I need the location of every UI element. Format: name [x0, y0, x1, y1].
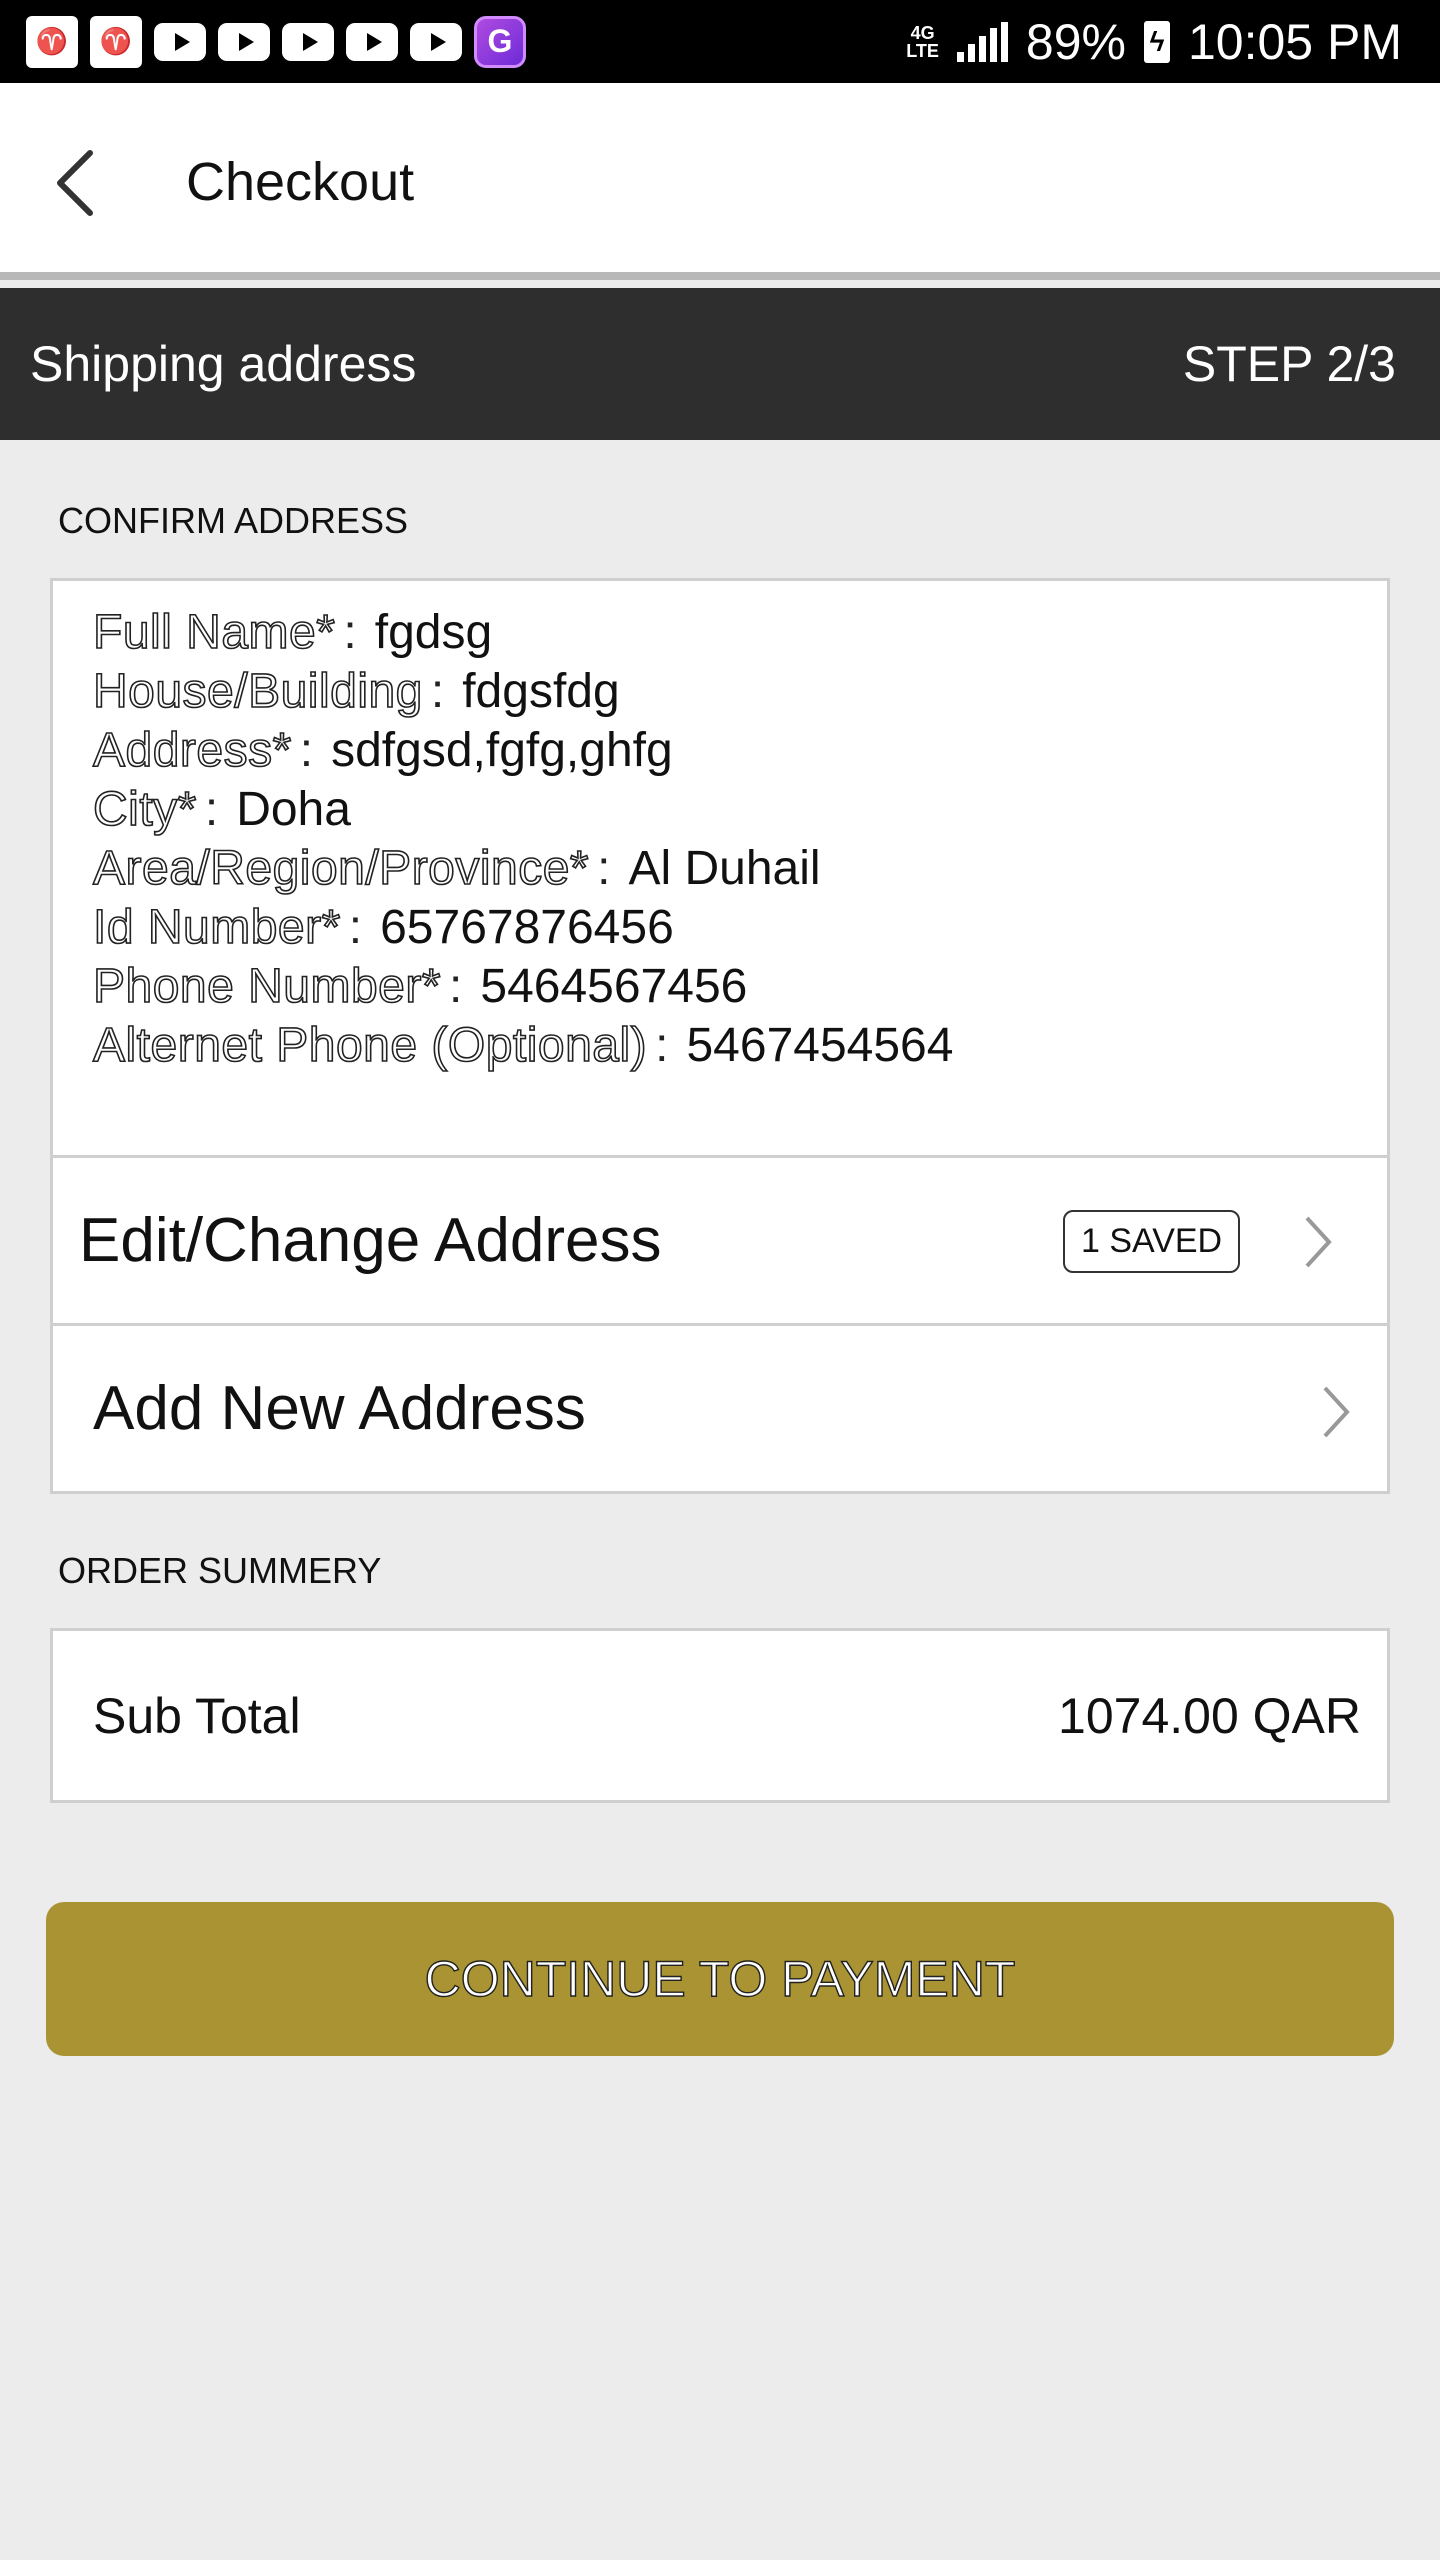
step-indicator: STEP 2/3 [1182, 336, 1396, 392]
order-summary-card: Sub Total 1074.00 QAR [50, 1628, 1390, 1803]
subtotal-label: Sub Total [93, 1687, 301, 1744]
address-field-city: City*: Doha [92, 782, 351, 837]
system-indicators: 4G LTE 89% ϟ 10:05 PM [906, 13, 1402, 71]
youtube-icon [410, 22, 462, 61]
continue-to-payment-button[interactable]: CONTINUE TO PAYMENT [46, 1902, 1394, 2056]
app-logo-icon: ♈ [90, 15, 142, 68]
confirm-address-heading: CONFIRM ADDRESS [58, 500, 409, 541]
address-field-id-number: Id Number*:65767876456 [92, 900, 674, 955]
battery-percent: 89% [1025, 13, 1126, 70]
edit-address-label: Edit/Change Address [79, 1206, 662, 1275]
youtube-icon [218, 22, 270, 61]
address-details: Full Name*: fgdsg House/Building: fdgsfdg … [53, 581, 1387, 1155]
notification-icons: ♈ ♈ G [26, 15, 526, 68]
order-summary-heading: ORDER SUMMERY [58, 1550, 382, 1591]
subtotal-value: 1074.00 QAR [1058, 1687, 1361, 1744]
add-address-row[interactable]: Add New Address [53, 1323, 1387, 1491]
chevron-right-icon [1305, 1216, 1332, 1268]
app-bar: Checkout [0, 83, 1440, 280]
step-title: Shipping address [30, 336, 417, 392]
step-header: Shipping address STEP 2/3 [0, 288, 1440, 440]
youtube-icon [282, 22, 334, 61]
saved-count-badge: 1 SAVED [1063, 1210, 1241, 1273]
signal-icon [956, 21, 1008, 62]
back-arrow-icon[interactable] [50, 143, 110, 223]
address-field-alt-phone: Alternet Phone (Optional):5467454564 [92, 1018, 954, 1073]
address-field-house: House/Building: fdgsfdg [92, 664, 620, 719]
address-field-phone: Phone Number*:5464567456 [92, 959, 748, 1014]
app-logo-icon: ♈ [26, 15, 78, 68]
status-bar: ♈ ♈ G 4G LTE 89% ϟ 10:05 PM [0, 0, 1440, 83]
add-address-label: Add New Address [93, 1374, 586, 1443]
page-title: Checkout [186, 152, 415, 212]
g-app-icon: G [474, 15, 526, 68]
youtube-icon [154, 22, 206, 61]
edit-address-row[interactable]: Edit/Change Address 1 SAVED [53, 1155, 1387, 1323]
address-card: Full Name*: fgdsg House/Building: fdgsfdg … [50, 578, 1390, 1494]
clock: 10:05 PM [1187, 13, 1402, 70]
chevron-right-icon [1323, 1386, 1350, 1438]
address-field-address: Address*: sdfgsd,fgfg,ghfg [92, 723, 673, 778]
battery-charging-icon: ϟ [1143, 20, 1170, 63]
network-type-icon: 4G LTE [906, 22, 939, 61]
address-field-full-name: Full Name*: fgdsg [92, 605, 493, 660]
youtube-icon [346, 22, 398, 61]
address-field-area: Area/Region/Province*: Al Duhail [92, 841, 821, 896]
